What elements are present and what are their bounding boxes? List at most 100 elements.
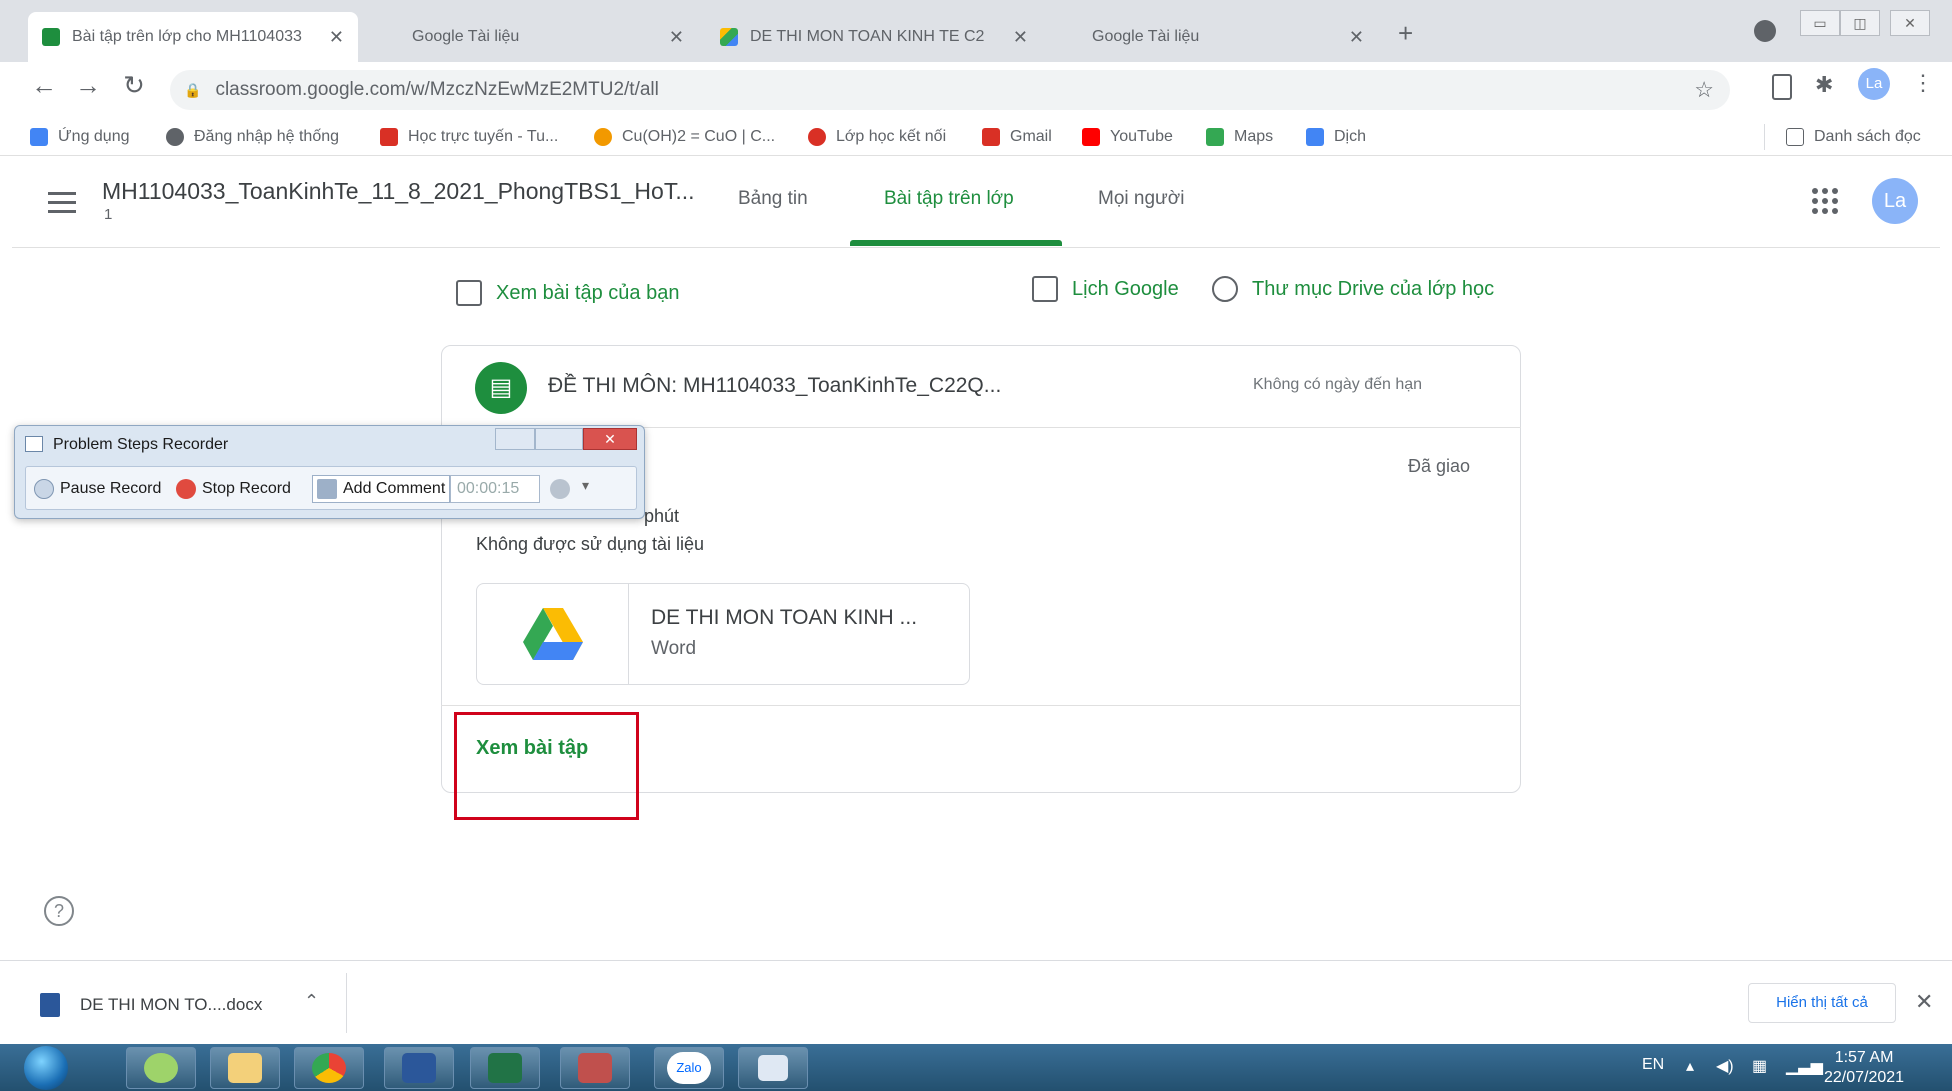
drive-folder-link[interactable]: Thư mục Drive của lớp học: [1212, 276, 1494, 302]
account-avatar[interactable]: La: [1872, 178, 1918, 224]
attachment-card[interactable]: DE THI MON TOAN KINH ... Word: [476, 583, 970, 685]
reading-list-button[interactable]: Danh sách đọc: [1786, 118, 1921, 156]
start-button[interactable]: [10, 1044, 82, 1091]
apps-grid-icon[interactable]: [1812, 188, 1838, 214]
hamburger-menu-icon[interactable]: [48, 192, 76, 213]
taskbar-chrome[interactable]: [294, 1047, 364, 1089]
attachment-type: Word: [651, 638, 697, 659]
close-icon[interactable]: ✕: [1349, 27, 1364, 48]
url-bar[interactable]: 🔒 classroom.google.com/w/MzczNzEwMzE2MTU…: [170, 70, 1730, 110]
taskbar-zalo[interactable]: Zalo: [654, 1047, 724, 1089]
google-calendar-link[interactable]: Lịch Google: [1032, 276, 1179, 302]
bookmark-chemistry[interactable]: Cu(OH)2 = CuO | C...: [594, 118, 775, 156]
recorder-minimize-button[interactable]: [495, 428, 535, 450]
close-window-button[interactable]: ✕: [1890, 10, 1930, 36]
assignment-title[interactable]: ĐỀ THI MÔN: MH1104033_ToanKinhTe_C22Q...: [548, 374, 1001, 398]
taskbar-steps-recorder[interactable]: [738, 1047, 808, 1089]
help-icon[interactable]: ?: [44, 896, 74, 926]
bookmark-label: Ứng dụng: [58, 128, 130, 145]
refresh-icon: [594, 128, 612, 146]
recorder-close-button[interactable]: ✕: [583, 428, 637, 450]
tab-title: Bài tập trên lớp cho MH1104033: [72, 28, 302, 45]
drive-folder-label: Thư mục Drive của lớp học: [1252, 277, 1495, 300]
bookmark-online-learning[interactable]: Học trực tuyến - Tu...: [380, 118, 558, 156]
taskbar-app-1[interactable]: [126, 1047, 196, 1089]
folder-icon: [228, 1053, 262, 1083]
pause-record-button[interactable]: Pause Record: [30, 475, 165, 503]
bookmark-youtube[interactable]: YouTube: [1082, 118, 1173, 156]
app-icon: [578, 1053, 612, 1083]
taskbar-app-2[interactable]: [560, 1047, 630, 1089]
help-shield-icon[interactable]: [550, 479, 570, 499]
language-indicator[interactable]: EN: [1642, 1056, 1664, 1074]
download-file-name[interactable]: DE THI MON TO....docx: [80, 995, 262, 1015]
course-title[interactable]: MH1104033_ToanKinhTe_11_8_2021_PhongTBS1…: [102, 178, 695, 205]
word-icon: [402, 1053, 436, 1083]
chevron-down-icon[interactable]: ▾: [582, 477, 589, 494]
active-tab-indicator: [850, 240, 1062, 246]
browser-tab-strip: Bài tập trên lớp cho MH1104033 ✕ Google …: [0, 0, 1952, 62]
forward-icon[interactable]: →: [70, 70, 106, 101]
tab-docs[interactable]: Google Tài liệu ✕: [398, 12, 698, 62]
chevron-up-icon[interactable]: ⌃: [304, 991, 319, 1012]
recorder-title: Problem Steps Recorder: [53, 436, 229, 453]
windows-taskbar: Zalo EN ▴ ◀) ▦ ▁▃▅ 1:57 AM 22/07/2021: [0, 1044, 1952, 1091]
bookmark-login[interactable]: Đăng nhập hệ thống: [166, 118, 339, 156]
tab-classroom[interactable]: Bài tập trên lớp cho MH1104033 ✕: [28, 12, 358, 62]
assignment-due: Không có ngày đến hạn: [1253, 376, 1423, 393]
menu-icon[interactable]: ⋮: [1912, 70, 1934, 96]
tab-classwork[interactable]: Bài tập trên lớp: [884, 188, 1014, 210]
tab-stream[interactable]: Bảng tin: [738, 188, 808, 210]
classroom-icon: [42, 28, 60, 46]
show-hidden-icons-icon[interactable]: ▴: [1686, 1056, 1694, 1076]
word-file-icon: [40, 993, 60, 1017]
recorder-toolbar: Pause Record Stop Record Add Comment 00:…: [25, 466, 637, 510]
tab-title: Google Tài liệu: [1092, 28, 1200, 45]
profile-avatar[interactable]: La: [1858, 68, 1890, 100]
show-all-button[interactable]: Hiển thị tất cả: [1748, 983, 1896, 1023]
maps-icon: [1206, 128, 1224, 146]
bookmark-label: Dịch: [1334, 128, 1367, 145]
bookmark-translate[interactable]: Dịch: [1306, 118, 1366, 156]
close-icon[interactable]: ✕: [329, 27, 344, 48]
add-comment-button[interactable]: Add Comment: [312, 475, 451, 503]
close-icon[interactable]: ✕: [1013, 27, 1028, 48]
extension-icon[interactable]: [1772, 74, 1792, 100]
bookmark-label: Gmail: [1010, 128, 1052, 145]
dollar-icon: [380, 128, 398, 146]
puzzle-icon[interactable]: ✱: [1815, 72, 1833, 98]
new-tab-button[interactable]: +: [1398, 18, 1413, 49]
minimize-button[interactable]: ▭: [1800, 10, 1840, 36]
bookmark-connected-class[interactable]: Lớp học kết nối: [808, 118, 946, 156]
bookmark-label: Cu(OH)2 = CuO | C...: [622, 128, 776, 145]
taskbar-explorer[interactable]: [210, 1047, 280, 1089]
windows-logo-icon: [24, 1045, 68, 1090]
taskbar-excel[interactable]: [470, 1047, 540, 1089]
close-icon[interactable]: ✕: [1915, 989, 1933, 1015]
signal-icon[interactable]: ▁▃▅: [1786, 1056, 1823, 1076]
bookmark-apps[interactable]: Ứng dụng: [30, 118, 130, 156]
assignment-description-line: Không được sử dụng tài liệu: [476, 534, 705, 554]
bookmark-gmail[interactable]: Gmail: [982, 118, 1052, 156]
tab-docs-2[interactable]: Google Tài liệu ✕: [1078, 12, 1378, 62]
lock-icon: 🔒: [184, 81, 202, 98]
system-clock[interactable]: 1:57 AM 22/07/2021: [1824, 1048, 1904, 1088]
tab-people[interactable]: Mọi người: [1098, 188, 1184, 210]
bookmark-maps[interactable]: Maps: [1206, 118, 1273, 156]
network-icon[interactable]: ▦: [1752, 1056, 1767, 1076]
stop-record-button[interactable]: Stop Record: [172, 475, 295, 503]
assignment-icon: ▤: [475, 362, 527, 414]
recorder-maximize-button[interactable]: [535, 428, 583, 450]
back-icon[interactable]: ←: [26, 70, 62, 101]
problem-steps-recorder-window[interactable]: Problem Steps Recorder ✕ Pause Record St…: [14, 425, 645, 519]
reload-icon[interactable]: ↻: [116, 70, 152, 101]
volume-icon[interactable]: ◀): [1716, 1056, 1734, 1076]
maximize-button[interactable]: ◫: [1840, 10, 1880, 36]
tab-search-icon[interactable]: [1754, 20, 1776, 42]
tab-drive-file[interactable]: DE THI MON TOAN KINH TE C2 ✕: [706, 12, 1042, 62]
taskbar-word[interactable]: [384, 1047, 454, 1089]
view-your-work-link[interactable]: Xem bài tập của bạn: [456, 280, 679, 306]
recorder-icon: [758, 1055, 788, 1081]
star-icon[interactable]: ☆: [1694, 77, 1714, 103]
close-icon[interactable]: ✕: [669, 27, 684, 48]
